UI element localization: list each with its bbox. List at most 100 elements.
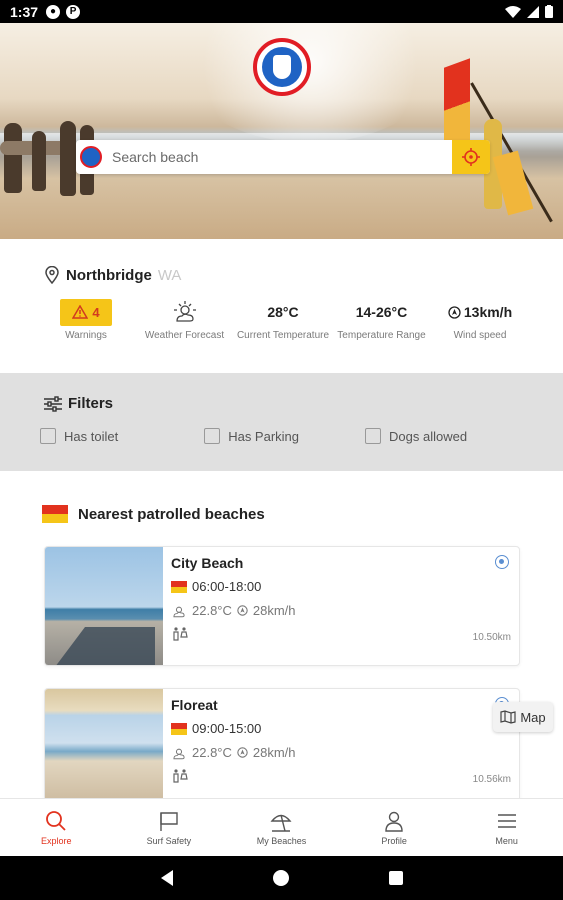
beach-distance: 10.56km bbox=[472, 774, 511, 785]
patrol-flag-icon bbox=[42, 505, 68, 523]
map-icon bbox=[500, 710, 516, 724]
wind-compass-icon bbox=[237, 605, 248, 616]
warnings-count: 4 bbox=[92, 304, 100, 320]
filter-has-parking[interactable]: Has Parking bbox=[204, 428, 299, 444]
weather-stats: 4 Warnings Weather Forecast 28°C Current… bbox=[38, 298, 528, 341]
map-button-label: Map bbox=[520, 709, 546, 725]
patrol-hours: 06:00-18:00 bbox=[192, 579, 262, 594]
sliders-icon bbox=[44, 395, 62, 412]
nav-surf-safety[interactable]: Surf Safety bbox=[124, 810, 214, 846]
flag-icon bbox=[160, 811, 178, 831]
nav-menu[interactable]: Menu bbox=[462, 810, 552, 846]
hero-surfer bbox=[4, 123, 22, 193]
beach-card-floreat[interactable]: Floreat 09:00-15:00 22.8°C 28km/h 10.56k bbox=[44, 688, 520, 808]
wind-compass-icon bbox=[237, 747, 248, 758]
warnings-label: Warnings bbox=[65, 330, 107, 341]
beach-photo bbox=[45, 547, 163, 665]
wind-speed-label: Wind speed bbox=[453, 330, 507, 341]
system-navigation-bar bbox=[0, 856, 563, 900]
back-icon[interactable] bbox=[160, 870, 173, 886]
location-city: Northbridge bbox=[66, 266, 152, 284]
crosshair-icon bbox=[462, 148, 480, 166]
nav-label: Profile bbox=[381, 835, 407, 846]
logo-emblem bbox=[262, 47, 302, 87]
person-icon bbox=[385, 811, 403, 832]
recent-apps-icon[interactable] bbox=[388, 871, 403, 885]
notification-p-icon: P bbox=[66, 4, 81, 19]
filter-has-toilet[interactable]: Has toilet bbox=[40, 428, 118, 444]
status-bar: 1:37 ● P bbox=[0, 0, 563, 23]
beach-temp: 22.8°C bbox=[192, 745, 232, 760]
nearest-beaches-header: Nearest patrolled beaches bbox=[42, 505, 265, 523]
beach-wind: 28km/h bbox=[252, 603, 296, 618]
wind-compass-icon bbox=[448, 305, 461, 319]
wind-stat: 13km/h Wind speed bbox=[432, 298, 528, 341]
home-icon[interactable] bbox=[272, 870, 289, 886]
filters-title: Filters bbox=[68, 395, 114, 412]
menu-icon bbox=[497, 813, 516, 828]
toilet-icon bbox=[173, 769, 188, 783]
nav-label: Menu bbox=[495, 835, 518, 846]
checkbox[interactable] bbox=[40, 428, 56, 444]
current-location[interactable]: Northbridge WA bbox=[44, 266, 181, 284]
beach-wind: 28km/h bbox=[252, 745, 296, 760]
umbrella-icon bbox=[271, 814, 292, 832]
search-input[interactable] bbox=[112, 149, 452, 165]
search-icon bbox=[46, 810, 66, 831]
toilet-icon bbox=[173, 627, 188, 641]
map-button[interactable]: Map bbox=[493, 702, 553, 732]
sun-cloud-icon bbox=[173, 606, 185, 617]
nav-label: My Beaches bbox=[256, 835, 307, 846]
current-temp-label: Current Temperature bbox=[236, 330, 330, 341]
temp-range-label: Temperature Range bbox=[337, 330, 426, 341]
warning-icon bbox=[72, 305, 89, 319]
filter-label: Dogs allowed bbox=[389, 428, 468, 444]
nav-my-beaches[interactable]: My Beaches bbox=[236, 810, 326, 846]
current-temp-value: 28°C bbox=[267, 304, 299, 320]
nearest-beaches-title: Nearest patrolled beaches bbox=[78, 505, 265, 523]
filters-header[interactable]: Filters bbox=[44, 395, 113, 412]
beach-photo bbox=[45, 689, 163, 807]
sls-badge-icon bbox=[80, 146, 102, 168]
beach-name: City Beach bbox=[171, 555, 244, 571]
wifi-icon bbox=[505, 5, 521, 18]
location-pin-icon bbox=[45, 266, 59, 284]
sun-cloud-icon bbox=[173, 748, 185, 759]
beach-distance: 10.50km bbox=[472, 632, 511, 643]
nav-label: Surf Safety bbox=[146, 835, 192, 846]
sun-cloud-icon bbox=[173, 301, 196, 322]
filter-options: Has toilet Has Parking Dogs allowed bbox=[40, 428, 553, 444]
beach-temp: 22.8°C bbox=[192, 603, 232, 618]
patrol-hours: 09:00-15:00 bbox=[192, 721, 262, 736]
current-temp-stat: 28°C Current Temperature bbox=[235, 298, 331, 341]
notification-icon: ● bbox=[46, 4, 61, 19]
patrol-flag-icon bbox=[171, 722, 187, 735]
forecast-label: Weather Forecast bbox=[144, 330, 225, 341]
filters-panel: Filters Has toilet Has Parking Dogs allo… bbox=[0, 373, 563, 471]
bottom-navigation: Explore Surf Safety My Beaches Profile M… bbox=[0, 798, 563, 856]
filter-dogs-allowed[interactable]: Dogs allowed bbox=[365, 428, 467, 444]
filter-label: Has toilet bbox=[64, 428, 119, 444]
favourite-target-icon[interactable] bbox=[495, 555, 509, 569]
patrol-flag-icon bbox=[171, 580, 187, 593]
warnings-badge[interactable]: 4 bbox=[60, 298, 112, 326]
filter-label: Has Parking bbox=[228, 428, 300, 444]
nav-explore[interactable]: Explore bbox=[11, 810, 101, 846]
forecast-stat[interactable]: Weather Forecast bbox=[137, 298, 233, 341]
nav-label: Explore bbox=[41, 835, 72, 846]
hero-surfer bbox=[32, 131, 46, 191]
checkbox[interactable] bbox=[365, 428, 382, 444]
beach-card-city-beach[interactable]: City Beach 06:00-18:00 22.8°C 28km/h 10. bbox=[44, 546, 520, 666]
beach-name: Floreat bbox=[171, 697, 218, 713]
battery-icon bbox=[545, 5, 553, 18]
temp-range-value: 14-26°C bbox=[355, 304, 408, 320]
status-time: 1:37 bbox=[10, 3, 39, 20]
warnings-stat[interactable]: 4 Warnings bbox=[38, 298, 134, 341]
search-bar[interactable] bbox=[76, 140, 490, 174]
checkbox[interactable] bbox=[204, 428, 221, 444]
nav-profile[interactable]: Profile bbox=[349, 810, 439, 846]
location-state: WA bbox=[157, 266, 182, 284]
locate-button[interactable] bbox=[452, 140, 490, 174]
temp-range-stat: 14-26°C Temperature Range bbox=[334, 298, 430, 341]
hero-surfer bbox=[60, 121, 76, 196]
